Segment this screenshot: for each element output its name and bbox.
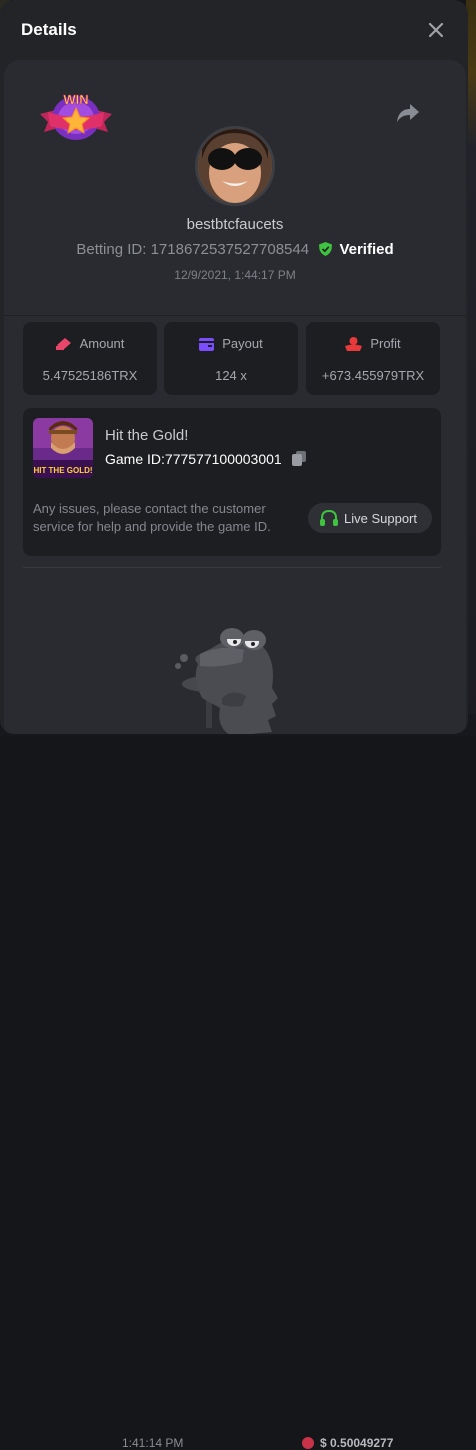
stat-amount-value: 5.47525186TRX [42, 368, 138, 383]
modal-header: Details [0, 0, 468, 60]
divider [23, 567, 441, 568]
wallet-icon [199, 338, 215, 351]
background-time: 1:41:14 PM [122, 1436, 184, 1450]
game-id-row: Game ID:777577100003001 [105, 451, 306, 467]
profit-icon [345, 337, 363, 351]
close-icon [428, 22, 444, 38]
stat-payout: Payout 124 x [164, 322, 298, 395]
game-id-label: Game ID: [105, 451, 165, 467]
stat-profit: Profit +673.455979TRX [306, 322, 440, 395]
details-modal: Details WIN bestbtcfaucets Betting ID: 1… [0, 0, 468, 734]
close-button[interactable] [426, 20, 446, 40]
betting-id-value: 1718672537527708544 [150, 241, 310, 258]
stat-payout-value: 124 x [215, 368, 247, 383]
amount-icon [55, 338, 71, 350]
win-badge-icon: WIN [40, 92, 112, 140]
modal-title: Details [21, 20, 77, 39]
betting-id-row: Betting ID: 1718672537527708544 Verified [4, 241, 466, 258]
stat-profit-label: Profit [370, 336, 401, 351]
username: bestbtcfaucets [186, 216, 284, 233]
bet-timestamp: 12/9/2021, 1:44:17 PM [174, 268, 296, 282]
live-support-label: Live Support [344, 511, 417, 526]
crocodile-mascot-icon [175, 628, 278, 734]
game-id-value: 777577100003001 [164, 451, 282, 467]
share-icon [397, 104, 419, 122]
verified-label: Verified [339, 241, 394, 258]
stat-amount: Amount 5.47525186TRX [23, 322, 157, 395]
headset-icon [320, 510, 338, 526]
divider [4, 315, 466, 316]
stat-amount-label: Amount [79, 336, 125, 351]
stat-payout-label: Payout [222, 336, 263, 351]
betting-id-label: Betting ID: [76, 241, 147, 258]
game-name: Hit the Gold! [105, 427, 189, 444]
copy-icon[interactable] [291, 451, 306, 466]
win-badge-text: WIN [63, 92, 88, 107]
background-amount: $ 0.50049277 [320, 1436, 394, 1450]
game-thumb-text: HIT THE GOLD! [33, 466, 92, 475]
live-support-button[interactable]: Live Support [308, 503, 432, 533]
trx-coin-icon [302, 1437, 314, 1449]
share-button[interactable] [396, 102, 420, 124]
verified-shield-icon [319, 242, 333, 256]
bet-details-card: WIN bestbtcfaucets Betting ID: 171867253… [4, 60, 466, 734]
game-thumbnail[interactable]: HIT THE GOLD! [33, 418, 93, 478]
game-info-box: HIT THE GOLD! Hit the Gold! Game ID:7775… [23, 408, 441, 556]
support-note: Any issues, please contact the customer … [33, 501, 271, 534]
stat-profit-value: +673.455979TRX [321, 368, 425, 383]
user-avatar [195, 126, 275, 206]
